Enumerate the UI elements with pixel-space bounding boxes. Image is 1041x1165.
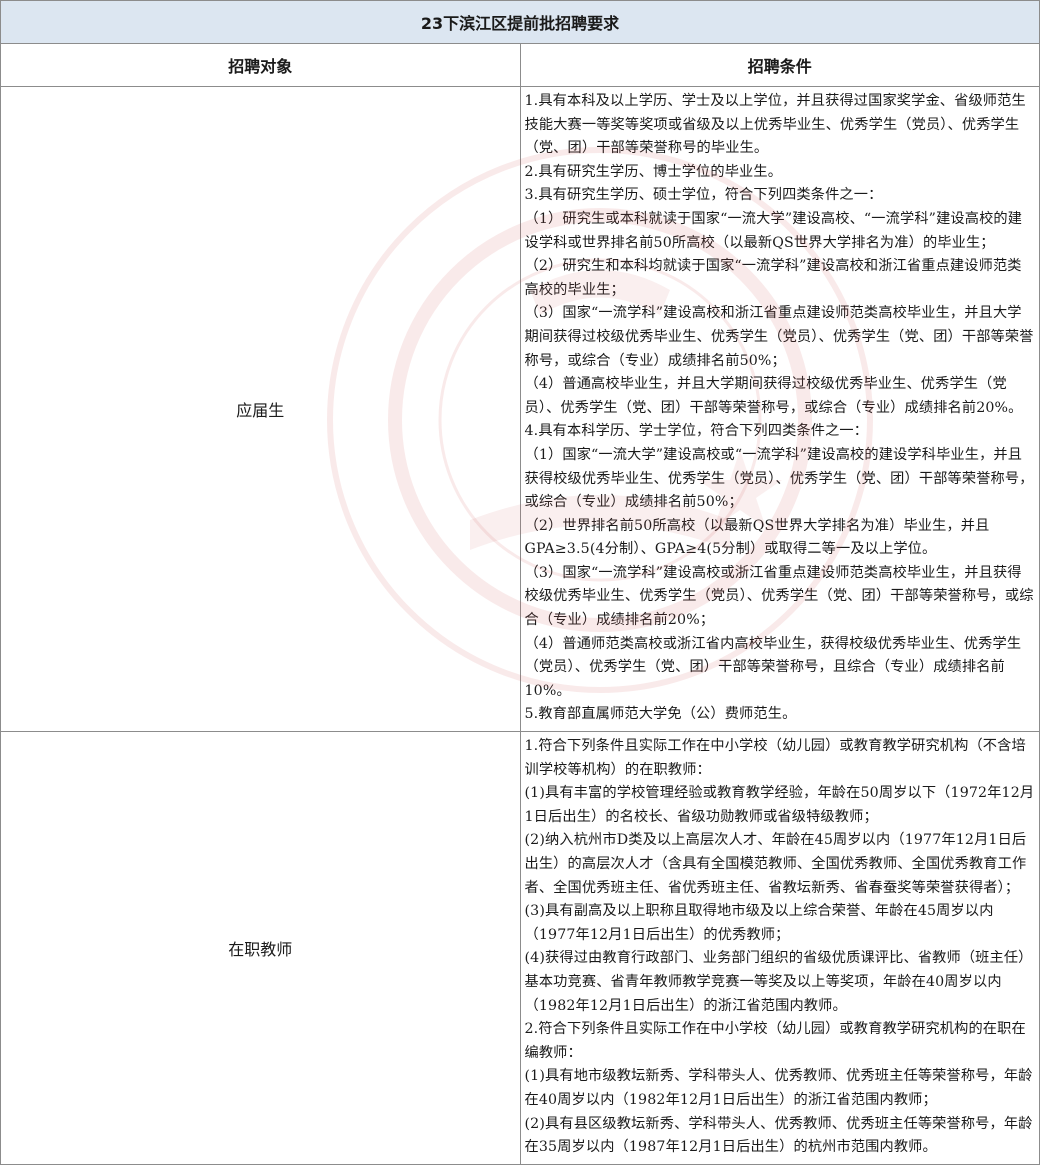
condition-line: (1)具有地市级教坛新秀、学科带头人、优秀教师、优秀班主任等荣誉称号，年龄在40… <box>524 1068 1033 1108</box>
condition-line: （1）国家“一流大学”建设高校或“一流学科”建设高校的建设学科毕业生，并且获得校… <box>524 446 1034 511</box>
condition-line: 2.符合下列条件且实际工作在中小学校（幼儿园）或教育教学研究机构的在职在编教师： <box>524 1021 1026 1061</box>
condition-line: (2)具有县区级教坛新秀、学科带头人、优秀教师、优秀班主任等荣誉称号，年龄在35… <box>524 1115 1033 1156</box>
graduates-conditions: 1.具有本科及以上学历、学士及以上学位，并且获得过国家奖学金、省级师范生技能大赛… <box>519 85 1040 733</box>
condition-line: 2.具有研究生学历、博士学位的毕业生。 <box>524 163 783 180</box>
table-row: 应届生 1.具有本科及以上学历、学士及以上学位，并且获得过国家奖学金、省级师范生… <box>0 85 1040 733</box>
condition-line: （2）研究生和本科均就读于国家“一流学科”建设高校和浙江省重点建设师范类高校的毕… <box>524 258 1022 298</box>
condition-line: 1.符合下列条件且实际工作在中小学校（幼儿园）或教育教学研究机构（不含培训学校等… <box>524 738 1026 778</box>
condition-line: （1）研究生或本科就读于国家“一流大学”建设高校、“一流学科”建设高校的建设学科… <box>524 210 1023 251</box>
header-target: 招聘对象 <box>0 43 521 87</box>
recruitment-table: 23下滨江区提前批招聘要求 招聘对象 招聘条件 应届生 1.具有本科及以上学历、… <box>0 0 1040 1165</box>
condition-line: (3)具有副高及以上职称且取得地市级及以上综合荣誉、年龄在45周岁以内（1977… <box>524 903 994 943</box>
table-title: 23下滨江区提前批招聘要求 <box>0 0 1040 44</box>
condition-line: 1.具有本科及以上学历、学士及以上学位，并且获得过国家奖学金、省级师范生技能大赛… <box>524 93 1026 157</box>
header-conditions: 招聘条件 <box>519 43 1040 87</box>
condition-line: （3）国家“一流学科”建设高校和浙江省重点建设师范类高校毕业生，并且大学期间获得… <box>524 305 1034 369</box>
condition-line: (1)具有丰富的学校管理经验或教育教学经验，年龄在50周岁以下（1972年12月… <box>524 785 1035 825</box>
row-label-teachers: 在职教师 <box>0 731 521 1165</box>
condition-line: （4）普通高校毕业生，并且大学期间获得过校级优秀毕业生、优秀学生（党员）、优秀学… <box>524 376 1023 416</box>
condition-line: 3.具有研究生学历、硕士学位，符合下列四类条件之一： <box>524 187 883 204</box>
condition-line: （4）普通师范类高校或浙江省内高校毕业生，获得校级优秀毕业生、优秀学生（党员）、… <box>524 635 1022 699</box>
condition-line: （3）国家“一流学科”建设高校或浙江省重点建设师范类高校毕业生，并且获得校级优秀… <box>524 564 1034 629</box>
table-row: 在职教师 1.符合下列条件且实际工作在中小学校（幼儿园）或教育教学研究机构（不含… <box>0 731 1040 1165</box>
row-label-graduates: 应届生 <box>0 85 521 733</box>
condition-line: (2)纳入杭州市D类及以上高层次人才、年龄在45周岁以内（1977年12月1日后… <box>524 832 1027 896</box>
teachers-conditions: 1.符合下列条件且实际工作在中小学校（幼儿园）或教育教学研究机构（不含培训学校等… <box>519 731 1040 1165</box>
condition-line: （2）世界排名前50所高校（以最新QS世界大学排名为准）毕业生，并且GPA≥3.… <box>524 517 990 558</box>
condition-line: 4.具有本科学历、学士学位，符合下列四类条件之一： <box>524 423 869 440</box>
condition-line: 5.教育部直属师范大学免（公）费师范生。 <box>524 706 797 723</box>
